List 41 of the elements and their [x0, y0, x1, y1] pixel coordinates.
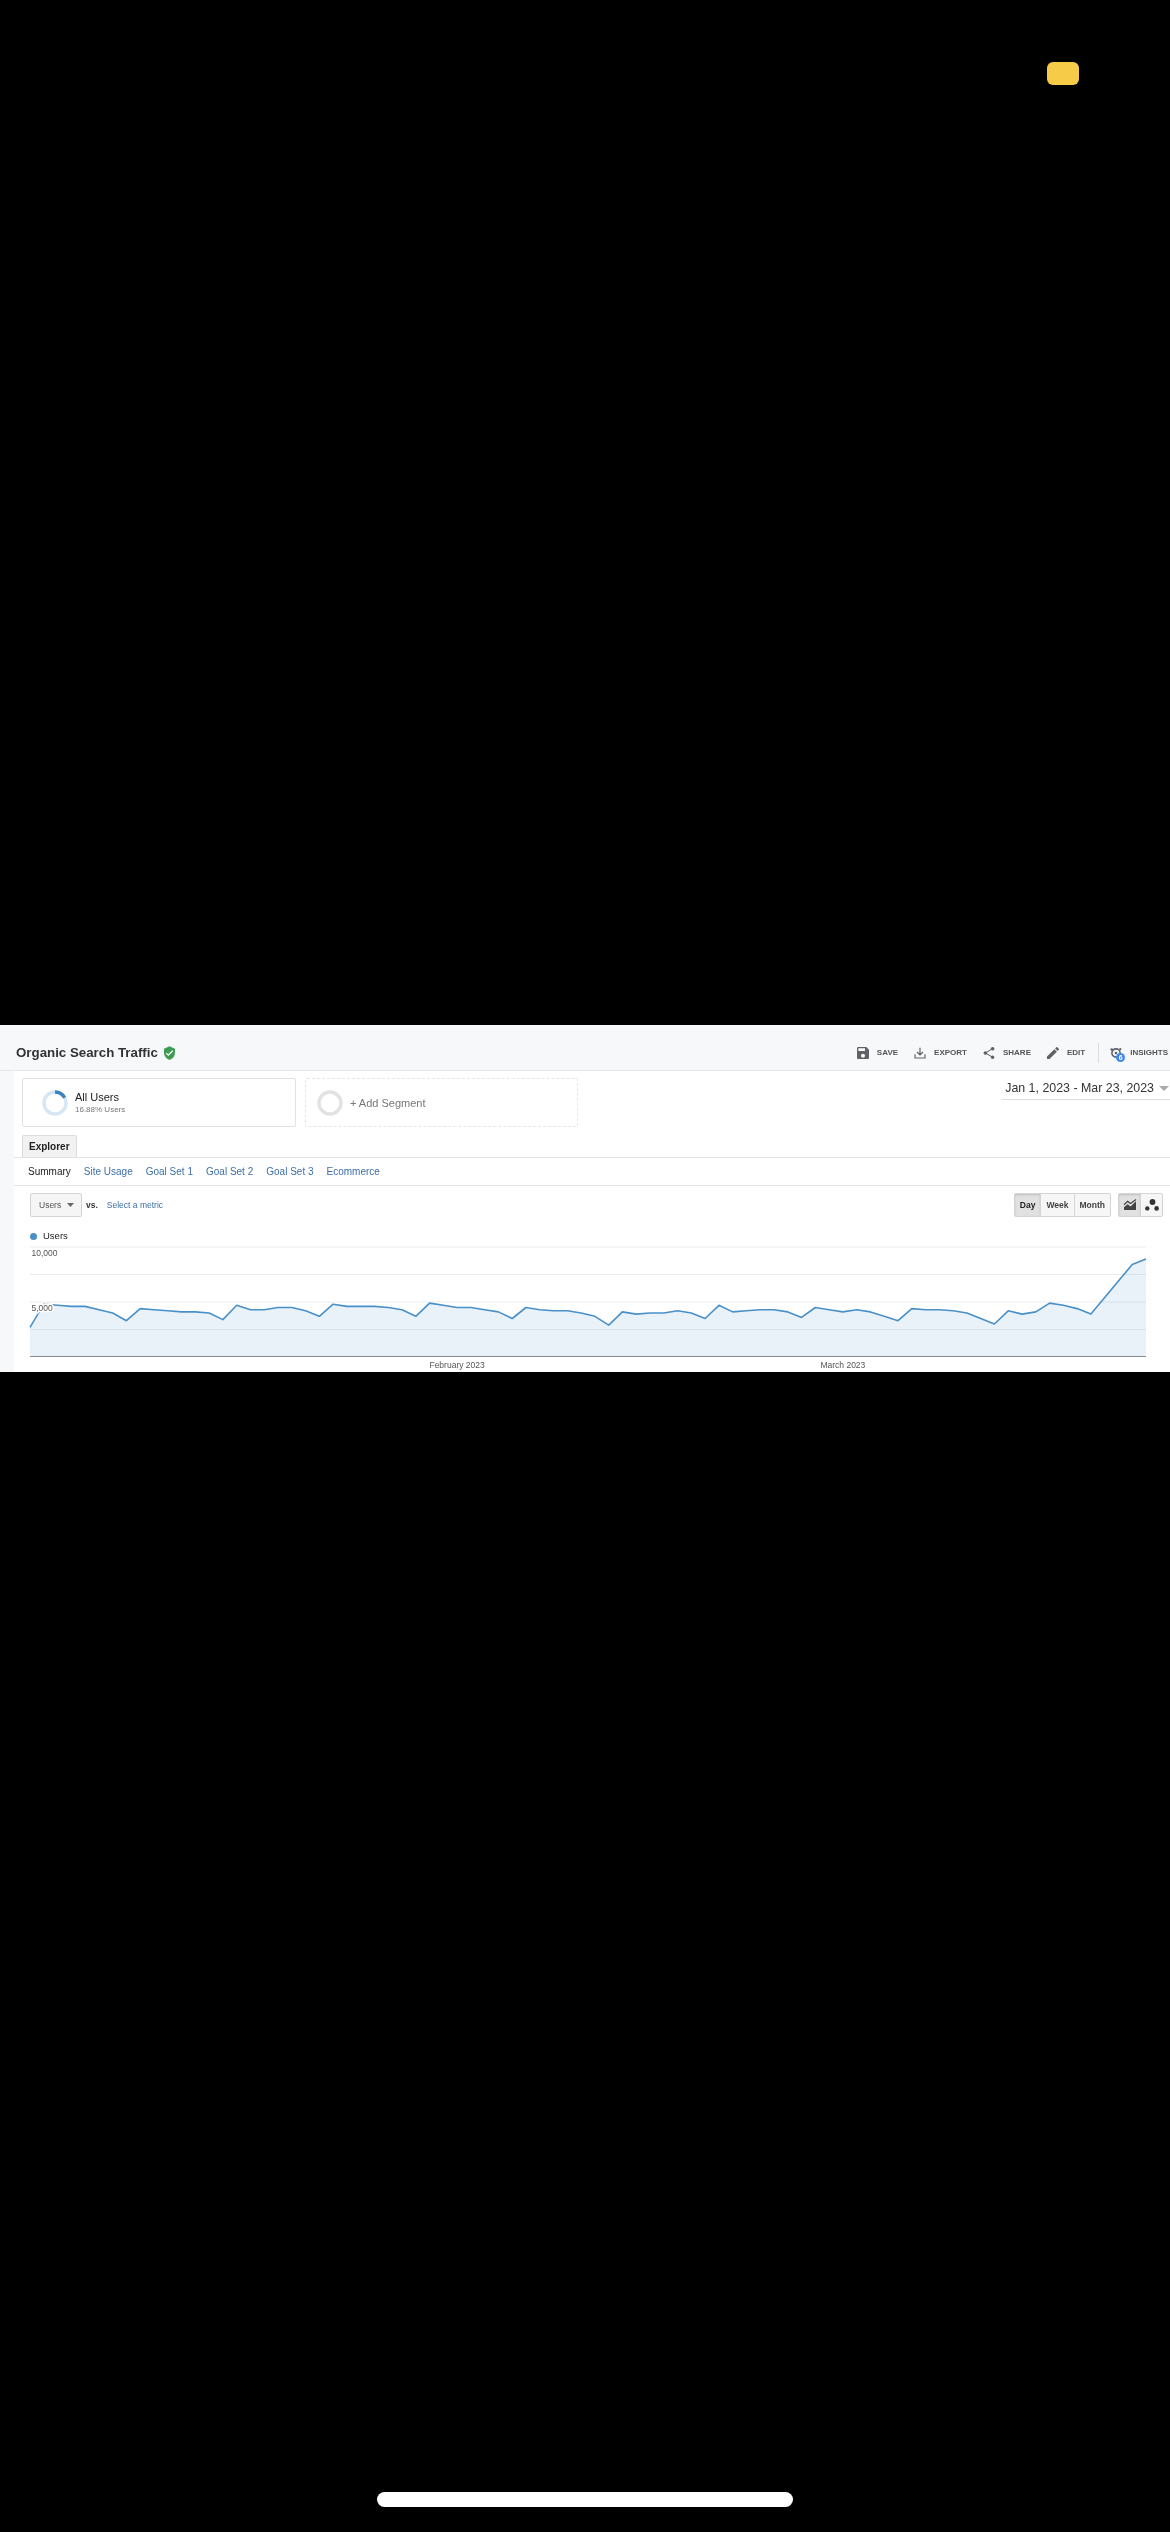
download-icon — [914, 1047, 927, 1059]
edit-button[interactable]: EDIT — [1047, 1047, 1086, 1059]
pencil-icon — [1047, 1047, 1059, 1059]
interval-button[interactable]: Month — [1073, 1193, 1111, 1217]
interval-button[interactable]: Week — [1040, 1193, 1075, 1217]
axis-label: 10,000 — [31, 1248, 58, 1258]
chart-type-button[interactable] — [1140, 1193, 1163, 1217]
tab[interactable]: Explorer — [22, 1135, 77, 1157]
share-button[interactable]: SHARE — [982, 1047, 1031, 1059]
subtab[interactable]: Goal Set 3 — [266, 1165, 314, 1178]
axis-label: March 2023 — [820, 1360, 866, 1370]
status-indicator-icon — [1047, 62, 1079, 85]
select-metric-link[interactable]: Select a metric — [106, 1200, 164, 1210]
vs-label: vs. — [86, 1200, 98, 1210]
add-segment-button[interactable]: + Add Segment — [305, 1078, 578, 1127]
caret-icon — [67, 1203, 74, 1207]
bubbles-icon — [1144, 1199, 1159, 1211]
subtab[interactable]: Goal Set 1 — [145, 1165, 193, 1178]
interval-button[interactable]: Day — [1013, 1193, 1042, 1217]
export-button[interactable]: EXPORT — [914, 1047, 967, 1059]
shield-check-icon — [163, 1046, 175, 1060]
legend-label: Users — [43, 1231, 68, 1241]
report-title: Organic Search Traffic — [16, 1045, 158, 1061]
segment-detail: 16.88% Users — [75, 1104, 126, 1115]
subtab[interactable]: Goal Set 2 — [206, 1165, 254, 1178]
subtab[interactable]: Site Usage — [83, 1165, 133, 1178]
orbit-icon — [1110, 1047, 1123, 1059]
metric-dropdown[interactable]: Users — [30, 1193, 82, 1217]
area-chart-icon — [1122, 1199, 1137, 1211]
subtab[interactable]: Summary — [28, 1165, 71, 1178]
axis-label: February 2023 — [429, 1360, 485, 1370]
save-button[interactable]: SAVE — [856, 1047, 899, 1059]
share-icon — [982, 1047, 995, 1059]
caret-icon — [1159, 1086, 1169, 1091]
date-range-picker[interactable]: Jan 1, 2023 - Mar 23, 2023 — [1002, 1081, 1170, 1100]
segment-card[interactable]: All Users 16.88% Users — [22, 1078, 296, 1127]
empty-ring-icon — [317, 1089, 343, 1116]
chart-type-button[interactable] — [1118, 1193, 1141, 1217]
save-icon — [856, 1047, 869, 1059]
subtab[interactable]: Ecommerce — [326, 1165, 380, 1178]
segment-name: All Users — [75, 1090, 120, 1104]
